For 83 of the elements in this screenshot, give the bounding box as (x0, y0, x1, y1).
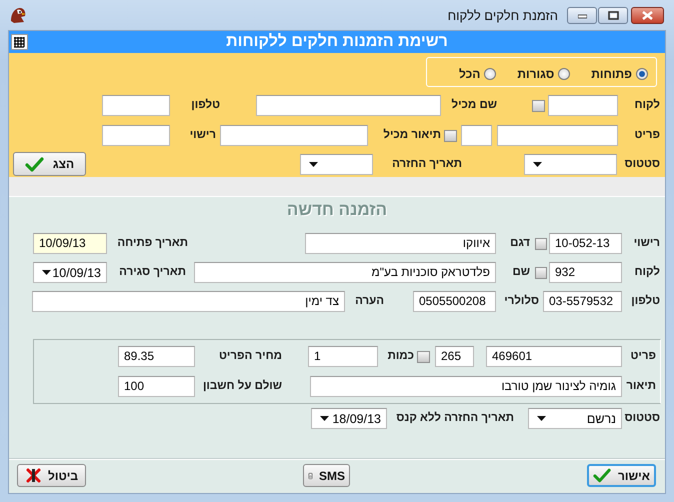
dropdown[interactable]: נרשם (528, 408, 622, 429)
show-button[interactable]: הצג (13, 152, 86, 176)
field-label: לקוח (633, 98, 660, 113)
field-label: דגם (509, 236, 530, 251)
checkbox[interactable] (535, 238, 547, 250)
text-field[interactable]: 1 (308, 346, 378, 367)
field-label: רישוי (188, 128, 216, 143)
sms-button[interactable]: SMS (303, 464, 350, 487)
close-button[interactable] (631, 6, 664, 24)
text-field[interactable] (497, 125, 618, 146)
text-field[interactable]: 265 (435, 346, 474, 367)
cancel-button[interactable]: ביטול (17, 464, 86, 487)
field-label: סטטוס (624, 156, 660, 172)
field-label: תיאור מכיל (382, 128, 441, 143)
text-field[interactable]: 100 (118, 376, 195, 397)
radio-option[interactable]: פתוחות (591, 67, 648, 81)
confirm-button[interactable]: אישור (587, 464, 656, 487)
grid-icon[interactable] (11, 34, 28, 50)
text-field[interactable] (220, 125, 368, 146)
field-label: כמות (386, 349, 414, 364)
text-field[interactable]: 10-052-13 (549, 233, 622, 254)
field-label: טלפון (190, 98, 220, 113)
field-label: לקוח (633, 264, 660, 280)
radio-indicator[interactable] (484, 68, 496, 80)
radio-option[interactable]: סגורות (517, 67, 570, 81)
section-title: הזמנה חדשה (286, 199, 388, 221)
caret-icon (533, 162, 542, 166)
text-field[interactable]: 03-5579532 (543, 291, 622, 312)
checkbox[interactable] (532, 100, 545, 112)
field-label: סלולרי (503, 294, 539, 309)
text-field[interactable] (102, 95, 170, 116)
maximize-icon (608, 10, 618, 20)
text-field[interactable] (548, 95, 618, 116)
dropdown[interactable]: 10/09/13 (33, 262, 107, 283)
field-label: פריט (633, 128, 660, 143)
field-label: תיאור (626, 379, 656, 394)
field-label: תאריך פתיחה (116, 236, 188, 251)
radio-indicator[interactable] (558, 68, 570, 80)
checkbox[interactable] (417, 350, 430, 362)
field-label: הערה (354, 294, 384, 309)
text-field[interactable]: 469601 (486, 346, 622, 367)
radio-indicator[interactable] (636, 68, 648, 80)
text-field[interactable]: גומיה לצינור שמן טורבו (310, 376, 622, 397)
checkmark-icon (24, 156, 45, 172)
close-icon (642, 10, 653, 20)
field-label: תאריך סגירה (118, 265, 186, 280)
text-field[interactable]: צד ימין (32, 291, 345, 312)
field-label: טלפון (630, 294, 660, 309)
field-label: פריט (629, 349, 656, 364)
window-title: הזמנת חלקים ללקוח (448, 8, 558, 22)
minimize-button[interactable] (567, 6, 597, 24)
caret-icon (42, 270, 51, 275)
text-field[interactable]: 0505500208 (413, 291, 496, 312)
field-label: שולם על חשבון (202, 378, 282, 394)
panel-title: רשימת הזמנות חלקים ללקוחות (225, 33, 449, 51)
text-field[interactable]: 932 (549, 262, 622, 283)
text-field[interactable]: 10/09/13 (33, 233, 107, 254)
dropdown[interactable] (524, 154, 617, 174)
checkbox[interactable] (444, 130, 457, 142)
field-label: שם (511, 265, 530, 280)
cross-icon (24, 467, 42, 484)
field-label: שם מכיל (450, 98, 497, 113)
checkbox[interactable] (535, 266, 547, 278)
text-field[interactable] (256, 95, 441, 116)
dropdown[interactable] (300, 154, 373, 174)
text-field[interactable]: 89.35 (118, 346, 195, 367)
caret-icon (309, 162, 318, 166)
text-field[interactable]: פלדטראק סוכניות בע"מ (194, 262, 496, 283)
text-field[interactable]: איווקו (305, 233, 496, 254)
field-label: מחיר הפריט (218, 349, 282, 364)
field-label: תאריך החזרה ללא קנס (395, 410, 514, 426)
app-icon (8, 5, 28, 25)
caret-icon (537, 416, 546, 421)
caret-icon (320, 416, 329, 421)
dropdown[interactable]: 18/09/13 (311, 408, 387, 429)
field-label: תאריך החזרה (391, 156, 462, 172)
maximize-button[interactable] (598, 6, 628, 24)
text-field[interactable] (461, 125, 492, 146)
checkmark-icon (593, 467, 612, 484)
radio-option[interactable]: הכל (459, 67, 496, 81)
field-label: רישוי (632, 236, 660, 251)
text-field[interactable] (102, 125, 170, 146)
field-label: סטטוס (624, 411, 660, 426)
